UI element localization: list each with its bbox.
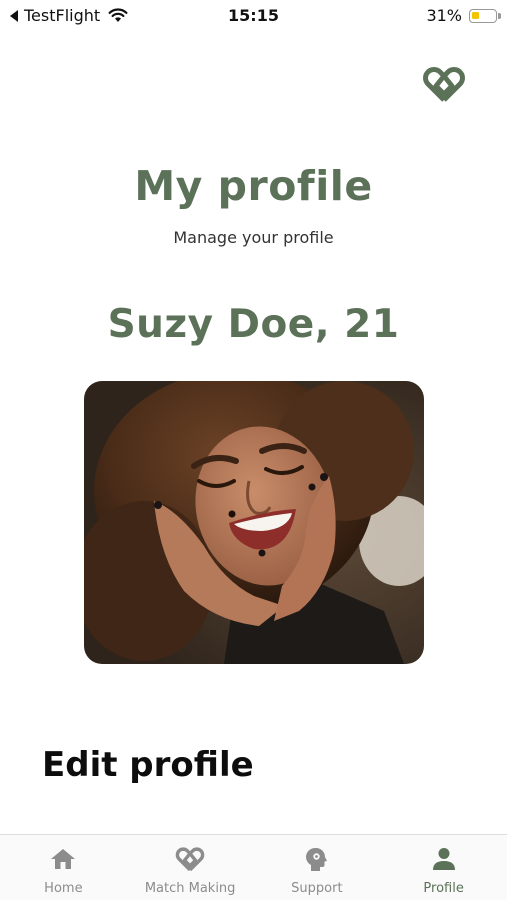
tab-support[interactable]: Support bbox=[254, 835, 381, 900]
edit-profile-heading: Edit profile bbox=[42, 745, 254, 785]
heart-interlock-logo-icon bbox=[422, 64, 466, 104]
battery-level-fill bbox=[472, 11, 479, 19]
tab-bar: Home Match Making Support Profile bbox=[0, 834, 507, 900]
page-title: My profile bbox=[134, 162, 373, 210]
head-brain-icon bbox=[302, 845, 332, 873]
page-subtitle: Manage your profile bbox=[173, 228, 334, 247]
person-icon bbox=[429, 845, 459, 873]
battery-status: 31% bbox=[426, 6, 501, 25]
battery-percent: 31% bbox=[426, 6, 462, 25]
status-bar: TestFlight 15:15 31% bbox=[0, 0, 507, 34]
battery-icon bbox=[469, 8, 501, 23]
tab-match-making-label: Match Making bbox=[144, 881, 236, 896]
tab-home-label: Home bbox=[44, 881, 83, 896]
tab-profile[interactable]: Profile bbox=[380, 835, 507, 900]
profile-photo[interactable] bbox=[84, 381, 424, 664]
tab-match-making[interactable]: Match Making bbox=[127, 835, 254, 900]
home-icon bbox=[48, 845, 78, 873]
profile-name-age: Suzy Doe, 21 bbox=[107, 302, 400, 347]
heart-interlock-icon bbox=[175, 845, 205, 873]
tab-profile-label: Profile bbox=[423, 881, 464, 896]
tab-support-label: Support bbox=[291, 881, 343, 896]
tab-home[interactable]: Home bbox=[0, 835, 127, 900]
